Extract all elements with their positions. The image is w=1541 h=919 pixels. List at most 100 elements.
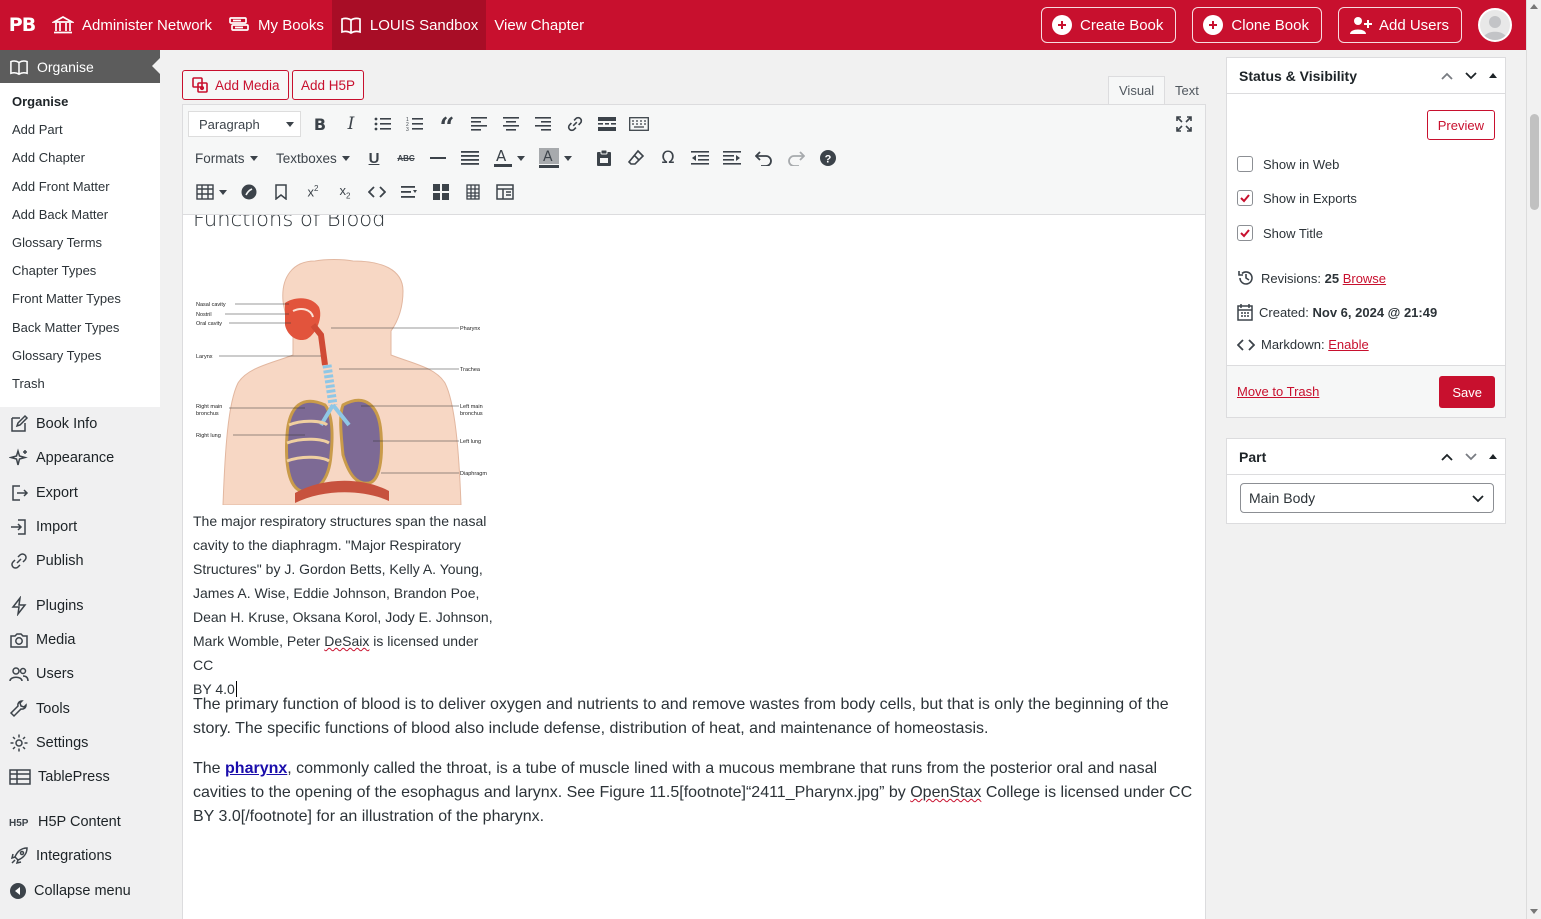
checkbox-unchecked[interactable] bbox=[1237, 156, 1253, 172]
numbered-list-button[interactable]: 123 bbox=[402, 111, 428, 137]
submenu-trash[interactable]: Trash bbox=[0, 373, 160, 401]
panel-header[interactable]: Part bbox=[1227, 439, 1505, 475]
text-color-button[interactable]: A bbox=[489, 145, 529, 171]
submenu-add-front-matter[interactable]: Add Front Matter bbox=[0, 176, 160, 204]
submenu-front-matter-types[interactable]: Front Matter Types bbox=[0, 288, 160, 316]
table-button[interactable] bbox=[191, 179, 231, 205]
format-select[interactable]: Paragraph bbox=[188, 111, 301, 137]
align-center-button[interactable] bbox=[498, 111, 524, 137]
clear-formatting-button[interactable] bbox=[623, 145, 649, 171]
read-more-button[interactable] bbox=[594, 111, 620, 137]
bold-button[interactable]: B bbox=[307, 111, 333, 137]
fullscreen-button[interactable] bbox=[1171, 111, 1197, 137]
submenu-chapter-types[interactable]: Chapter Types bbox=[0, 260, 160, 288]
scroll-down-arrow[interactable] bbox=[1530, 909, 1538, 914]
special-character-button[interactable]: Ω bbox=[655, 145, 681, 171]
sidebar-item-export[interactable]: Export bbox=[0, 475, 160, 509]
horizontal-line-button[interactable] bbox=[425, 145, 451, 171]
save-button[interactable]: Save bbox=[1439, 376, 1495, 408]
sidebar-item-appearance[interactable]: Appearance bbox=[0, 441, 160, 475]
strikethrough-button[interactable]: ABC bbox=[393, 145, 419, 171]
footnote-button[interactable] bbox=[268, 179, 294, 205]
collapse-triangle-icon[interactable] bbox=[1487, 449, 1499, 465]
sidebar-item-media[interactable]: Media bbox=[0, 623, 160, 657]
align-right-button[interactable] bbox=[530, 111, 556, 137]
submenu-add-back-matter[interactable]: Add Back Matter bbox=[0, 204, 160, 232]
show-in-web-checkbox[interactable]: Show in Web bbox=[1237, 156, 1339, 172]
sort-button[interactable] bbox=[396, 179, 422, 205]
sidebar-item-integrations[interactable]: Integrations bbox=[0, 839, 160, 873]
underline-button[interactable]: U bbox=[361, 145, 387, 171]
outdent-button[interactable] bbox=[687, 145, 713, 171]
sidebar-item-users[interactable]: Users bbox=[0, 657, 160, 691]
bullet-list-button[interactable] bbox=[370, 111, 396, 137]
topbar-louis-sandbox[interactable]: LOUIS Sandbox bbox=[331, 0, 487, 50]
checkbox-checked[interactable] bbox=[1237, 225, 1253, 241]
show-in-exports-checkbox[interactable]: Show in Exports bbox=[1237, 190, 1357, 206]
panel-header[interactable]: Status & Visibility bbox=[1227, 58, 1505, 94]
formats-dropdown[interactable]: Formats bbox=[195, 145, 258, 171]
sidebar-item-book-info[interactable]: Book Info bbox=[0, 407, 160, 441]
chevron-down-icon[interactable] bbox=[1463, 68, 1479, 84]
collapse-menu-button[interactable]: Collapse menu bbox=[0, 874, 160, 908]
undo-button[interactable] bbox=[751, 145, 777, 171]
sidebar-item-tools[interactable]: Tools bbox=[0, 692, 160, 726]
part-select[interactable]: Main Body bbox=[1240, 483, 1494, 513]
italic-button[interactable]: I bbox=[338, 111, 364, 137]
chevron-up-icon[interactable] bbox=[1439, 449, 1455, 465]
code-button[interactable] bbox=[364, 179, 390, 205]
sidebar-item-h5p-content[interactable]: H5P H5P Content bbox=[0, 805, 160, 839]
add-h5p-button[interactable]: Add H5P bbox=[292, 70, 365, 100]
add-media-button[interactable]: Add Media bbox=[182, 70, 289, 100]
paste-text-button[interactable] bbox=[591, 145, 617, 171]
submenu-add-chapter[interactable]: Add Chapter bbox=[0, 147, 160, 175]
respiratory-figure[interactable]: Nasal cavity Nostril Oral cavity Larynx … bbox=[193, 255, 493, 505]
scroll-up-arrow[interactable] bbox=[1530, 4, 1538, 9]
checkbox-checked[interactable] bbox=[1237, 190, 1253, 206]
add-users-button[interactable]: Add Users bbox=[1337, 7, 1462, 43]
tab-text[interactable]: Text bbox=[1164, 76, 1210, 104]
help-button[interactable]: ? bbox=[815, 145, 841, 171]
collapse-triangle-icon[interactable] bbox=[1487, 68, 1499, 84]
textboxes-dropdown[interactable]: Textboxes bbox=[276, 145, 350, 171]
scroll-thumb[interactable] bbox=[1530, 114, 1539, 210]
sidebar-item-plugins[interactable]: Plugins bbox=[0, 589, 160, 623]
sidebar-item-import[interactable]: Import bbox=[0, 510, 160, 544]
chevron-up-icon[interactable] bbox=[1439, 68, 1455, 84]
toolbar-toggle-button[interactable] bbox=[626, 111, 652, 137]
blockquote-button[interactable]: “ bbox=[434, 111, 460, 141]
chevron-down-icon[interactable] bbox=[1463, 449, 1479, 465]
move-to-trash-link[interactable]: Move to Trash bbox=[1237, 384, 1319, 399]
editor-content[interactable]: Functions of Blood Nasal cavity Nostril … bbox=[183, 215, 1205, 919]
pressbooks-logo[interactable]: PB bbox=[0, 0, 44, 50]
browse-revisions-link[interactable]: Browse bbox=[1343, 271, 1386, 286]
create-book-button[interactable]: Create Book bbox=[1041, 7, 1177, 43]
indent-button[interactable] bbox=[719, 145, 745, 171]
submenu-back-matter-types[interactable]: Back Matter Types bbox=[0, 317, 160, 345]
redo-button[interactable] bbox=[783, 145, 809, 171]
blocks-button[interactable] bbox=[428, 179, 454, 205]
sidebar-item-tablepress[interactable]: TablePress bbox=[0, 760, 160, 794]
topbar-my-books[interactable]: My Books bbox=[220, 0, 332, 50]
insert-link-button[interactable] bbox=[562, 111, 588, 137]
pharynx-link[interactable]: pharynx bbox=[225, 760, 287, 777]
background-color-button[interactable]: A bbox=[535, 145, 575, 171]
clone-book-button[interactable]: Clone Book bbox=[1192, 7, 1322, 43]
sidebar-item-organise[interactable]: Organise bbox=[0, 50, 160, 83]
submenu-glossary-terms[interactable]: Glossary Terms bbox=[0, 232, 160, 260]
topbar-administer-network[interactable]: Administer Network bbox=[44, 0, 220, 50]
page-scrollbar[interactable] bbox=[1526, 0, 1541, 919]
user-avatar[interactable] bbox=[1478, 8, 1512, 42]
superscript-button[interactable]: x2 bbox=[300, 179, 326, 205]
sidebar-item-settings[interactable]: Settings bbox=[0, 726, 160, 760]
glossary-button[interactable] bbox=[236, 179, 262, 205]
justify-button[interactable] bbox=[457, 145, 483, 171]
layout-button[interactable] bbox=[492, 179, 518, 205]
submenu-glossary-types[interactable]: Glossary Types bbox=[0, 345, 160, 373]
tab-visual[interactable]: Visual bbox=[1108, 76, 1166, 104]
spreadsheet-button[interactable] bbox=[460, 179, 486, 205]
enable-markdown-link[interactable]: Enable bbox=[1328, 337, 1368, 352]
submenu-add-part[interactable]: Add Part bbox=[0, 119, 160, 147]
sidebar-item-publish[interactable]: Publish bbox=[0, 544, 160, 578]
align-left-button[interactable] bbox=[466, 111, 492, 137]
